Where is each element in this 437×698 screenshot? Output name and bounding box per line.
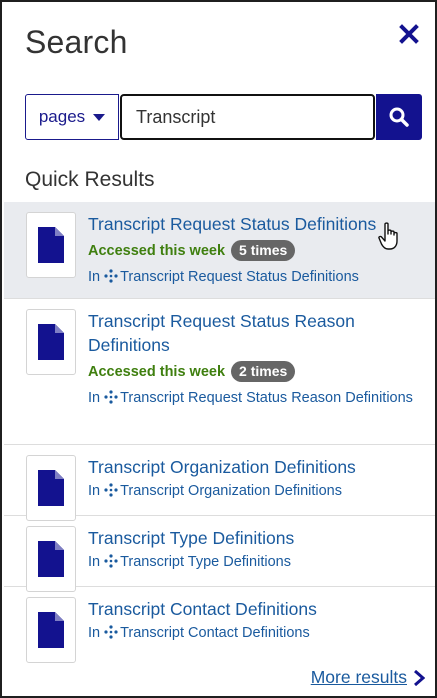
result-title[interactable]: Transcript Organization Definitions (88, 455, 425, 479)
close-icon[interactable] (399, 24, 419, 44)
scope-dropdown[interactable]: pages (25, 94, 119, 140)
location-link[interactable]: Transcript Type Definitions (120, 554, 291, 570)
search-icon (389, 107, 409, 127)
access-info: Accessed this week 5 times (88, 240, 425, 261)
location-link[interactable]: Transcript Organization Definitions (120, 483, 342, 499)
access-info: Accessed this week 2 times (88, 361, 425, 382)
scope-label: pages (38, 107, 86, 126)
result-title[interactable]: Transcript Request Status Definitions (88, 212, 425, 236)
result-title[interactable]: Transcript Request Status Reason Definit… (88, 309, 425, 357)
document-icon (26, 455, 76, 521)
space-icon (104, 554, 118, 568)
space-icon (104, 483, 118, 497)
search-panel: Search pages Quick Results Transcript Re… (0, 0, 437, 698)
in-label: In (88, 625, 101, 641)
location-link[interactable]: Transcript Contact Definitions (120, 625, 310, 641)
result-location: In Transcript Type Definitions (88, 550, 425, 575)
chevron-down-icon (93, 113, 106, 121)
location-link[interactable]: Transcript Request Status Reason Definit… (120, 390, 413, 406)
in-label: In (88, 554, 101, 570)
result-title[interactable]: Transcript Contact Definitions (88, 597, 425, 621)
document-icon (26, 309, 76, 375)
result-location: In Transcript Request Status Definitions (88, 265, 425, 290)
search-button[interactable] (376, 94, 422, 140)
space-icon (104, 390, 118, 404)
document-icon (26, 597, 76, 663)
in-label: In (88, 483, 101, 499)
result-location: In Transcript Contact Definitions (88, 621, 425, 646)
list-item[interactable]: Transcript Organization Definitions In Tr… (4, 445, 435, 521)
search-bar: pages (25, 94, 422, 140)
list-item[interactable]: Transcript Type Definitions In Transcript… (4, 516, 435, 592)
list-item[interactable]: Transcript Request Status Definitions Ac… (4, 202, 435, 299)
in-label: In (88, 390, 101, 406)
document-icon (26, 526, 76, 592)
chevron-right-icon (414, 669, 425, 686)
in-label: In (88, 269, 101, 285)
space-icon (104, 625, 118, 639)
panel-title: Search (25, 24, 128, 60)
location-link[interactable]: Transcript Request Status Definitions (120, 269, 359, 285)
document-icon (26, 212, 76, 278)
search-input[interactable] (120, 94, 375, 140)
list-item[interactable]: Transcript Request Status Reason Definit… (4, 299, 435, 445)
access-count-badge: 2 times (231, 361, 296, 382)
results-list: Transcript Request Status Definitions Ac… (4, 202, 435, 663)
accessed-label: Accessed this week (88, 363, 226, 380)
result-title[interactable]: Transcript Type Definitions (88, 526, 425, 550)
access-count-badge: 5 times (231, 240, 296, 261)
list-item[interactable]: Transcript Contact Definitions In Transcr… (4, 587, 435, 663)
space-icon (104, 269, 118, 283)
more-results-label[interactable]: More results (311, 667, 407, 688)
quick-results-heading: Quick Results (25, 168, 155, 191)
more-results-link[interactable]: More results (311, 667, 425, 688)
accessed-label: Accessed this week (88, 242, 226, 259)
result-location: In Transcript Request Status Reason Defin… (88, 386, 425, 411)
result-location: In Transcript Organization Definitions (88, 479, 425, 504)
